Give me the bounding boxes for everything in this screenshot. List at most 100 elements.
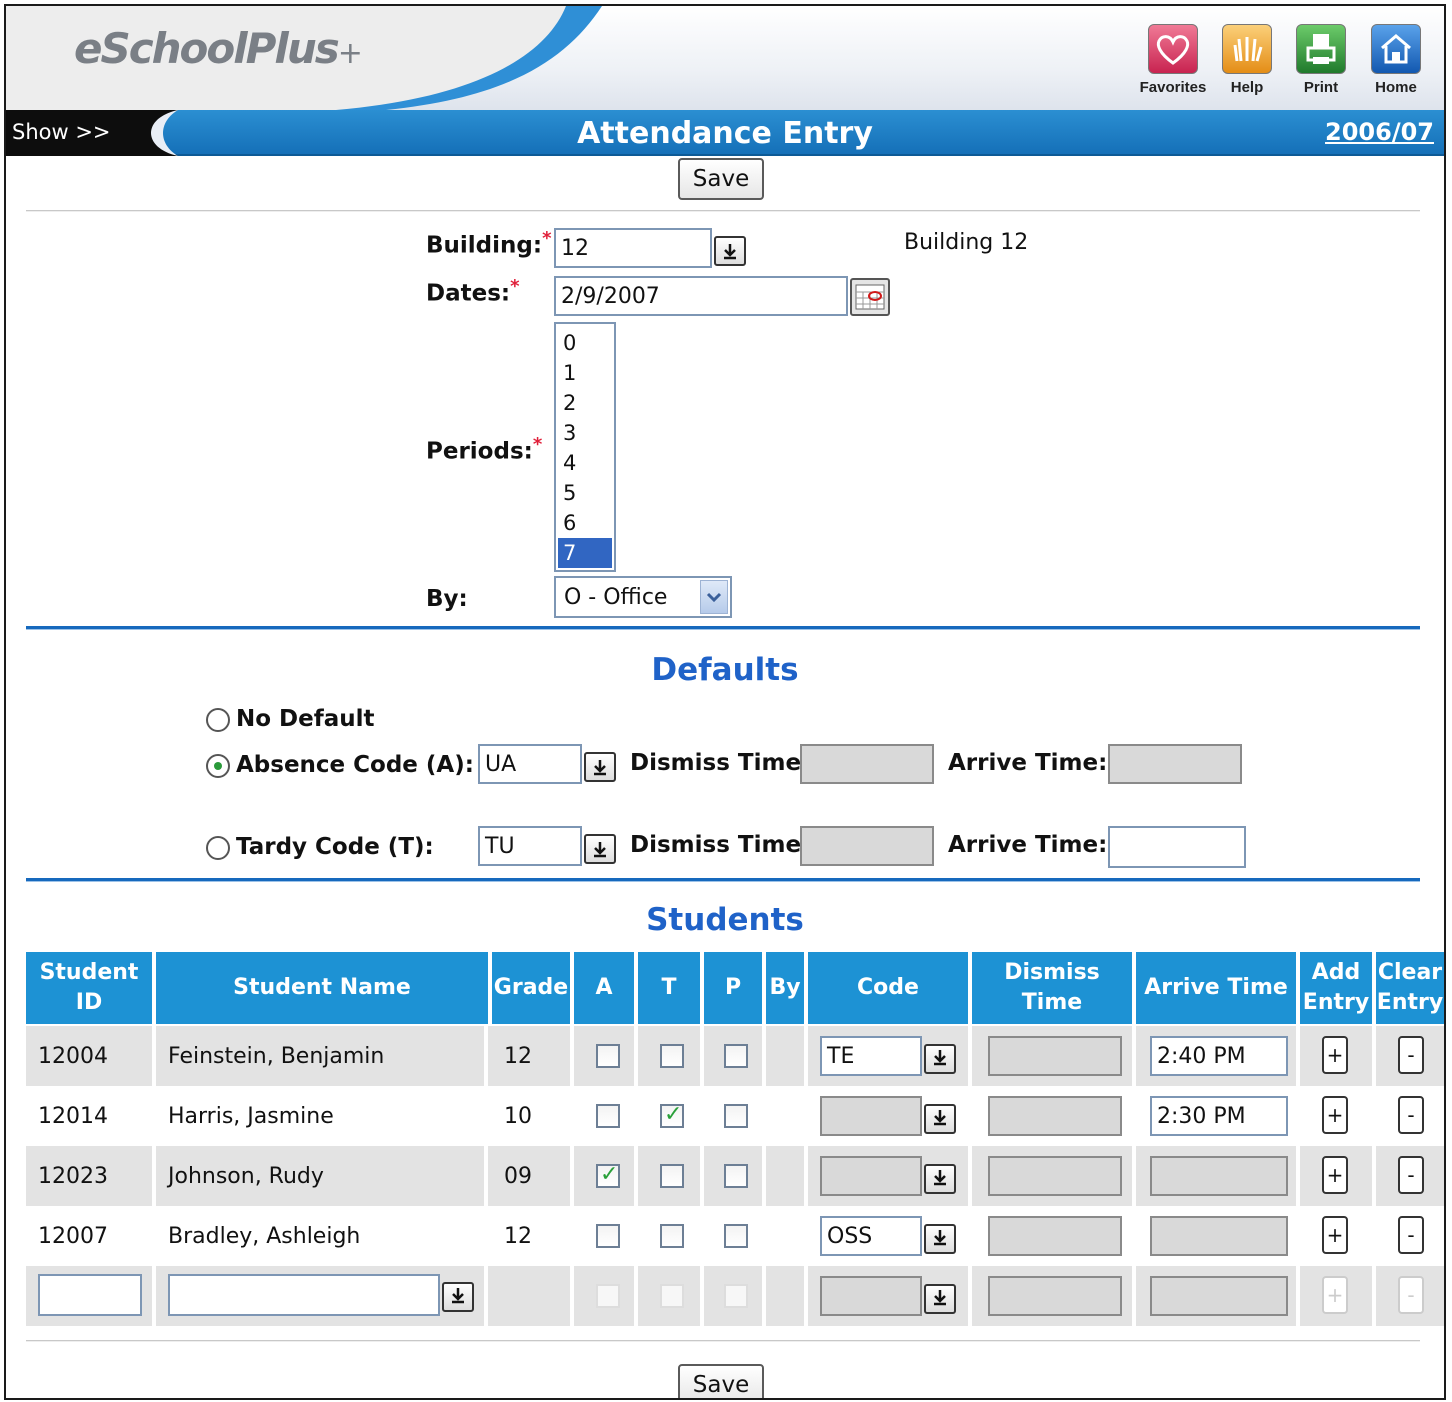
down-arrow-icon [724,244,736,260]
add-entry-button[interactable]: + [1322,1216,1348,1254]
building-dropdown-button[interactable] [714,236,746,266]
code-input[interactable] [820,1276,922,1316]
arrive-time-input[interactable] [1150,1156,1288,1196]
save-button-top[interactable]: Save [678,158,764,200]
clear-entry-button[interactable]: - [1398,1036,1424,1074]
tardy-checkbox[interactable] [660,1102,684,1128]
tardy-checkbox[interactable] [660,1164,684,1188]
student-id: 12023 [38,1163,108,1189]
save-button-bottom[interactable]: Save [678,1364,764,1398]
cell-separator [1132,1146,1136,1206]
col-t: T [638,952,700,1024]
period-option-selected[interactable]: 7 [558,538,612,568]
tardy-code-dropdown-button[interactable] [584,834,616,864]
print-button[interactable]: Print [1286,24,1356,96]
code-dropdown-button[interactable] [924,1224,956,1254]
absent-checkbox[interactable] [596,1162,620,1188]
student-id: 12004 [38,1043,108,1069]
clear-entry-button[interactable]: - [1398,1156,1424,1194]
code-dropdown-button[interactable] [924,1044,956,1074]
cell-separator [1296,1026,1300,1086]
tardy-code-radio[interactable] [206,836,230,860]
clear-entry-button[interactable]: - [1398,1096,1424,1134]
help-button[interactable]: Help [1212,24,1282,96]
code-input[interactable] [820,1096,922,1136]
absent-checkbox[interactable] [596,1224,620,1248]
student-name-dropdown-button[interactable] [442,1282,474,1312]
title-bar: Show >> Attendance Entry 2006/07 [6,110,1444,156]
dismiss-time-input[interactable] [988,1036,1122,1076]
page-title: Attendance Entry [577,116,873,151]
tardy-arrive-time-label: Arrive Time: [948,832,1108,858]
present-checkbox[interactable] [724,1284,748,1308]
code-dropdown-button[interactable] [924,1284,956,1314]
dismiss-time-input[interactable] [800,744,934,784]
chevron-down-icon[interactable] [700,580,728,614]
code-input[interactable]: TE [820,1036,922,1076]
period-option[interactable]: 0 [558,328,612,358]
arrive-time-input[interactable]: 2:30 PM [1150,1096,1288,1136]
tardy-checkbox[interactable] [660,1224,684,1248]
tardy-code-input[interactable]: TU [478,826,582,866]
present-checkbox[interactable] [724,1044,748,1068]
absent-checkbox[interactable] [596,1284,620,1308]
arrive-time-input[interactable] [1108,744,1242,784]
period-option[interactable]: 2 [558,388,612,418]
col-arrive-time: Arrive Time [1136,952,1296,1024]
period-option[interactable]: 4 [558,448,612,478]
clear-entry-button[interactable]: - [1398,1216,1424,1254]
periods-listbox[interactable]: 0 1 2 3 4 5 6 7 [554,322,616,572]
cell-separator [1296,1086,1300,1146]
cell-separator [968,1146,972,1206]
present-checkbox[interactable] [724,1104,748,1128]
absence-code-radio[interactable] [206,754,230,778]
period-option[interactable]: 1 [558,358,612,388]
tardy-arrive-time-input[interactable] [1108,826,1246,868]
absence-code-dropdown-button[interactable] [584,752,616,782]
cell-separator [1372,1086,1376,1146]
absence-code-input[interactable]: UA [478,744,582,784]
no-default-radio[interactable] [206,708,230,732]
add-entry-button[interactable]: + [1322,1156,1348,1194]
tardy-checkbox[interactable] [660,1044,684,1068]
dismiss-time-input[interactable] [988,1096,1122,1136]
new-student-id-input[interactable] [38,1274,142,1316]
dismiss-time-label: Dismiss Time: [630,750,811,776]
dismiss-time-input[interactable] [988,1156,1122,1196]
code-dropdown-button[interactable] [924,1104,956,1134]
col-clear-entry: Clear Entry [1376,952,1444,1024]
code-input[interactable] [820,1156,922,1196]
no-default-label: No Default [236,706,375,732]
clear-entry-button[interactable]: - [1398,1276,1424,1314]
cell-separator [700,1026,704,1086]
dismiss-time-input[interactable] [988,1276,1122,1316]
home-button[interactable]: Home [1361,24,1431,96]
absent-checkbox[interactable] [596,1104,620,1128]
dates-input[interactable]: 2/9/2007 [554,276,848,316]
arrive-time-input[interactable]: 2:40 PM [1150,1036,1288,1076]
present-checkbox[interactable] [724,1164,748,1188]
period-option[interactable]: 5 [558,478,612,508]
app-logo[interactable]: eSchoolPlus+ [74,24,363,73]
calendar-button[interactable] [850,278,890,316]
code-input[interactable]: OSS [820,1216,922,1256]
code-dropdown-button[interactable] [924,1164,956,1194]
arrive-time-input[interactable] [1150,1216,1288,1256]
add-entry-button[interactable]: + [1322,1096,1348,1134]
cell-separator [1132,1086,1136,1146]
add-entry-button[interactable]: + [1322,1036,1348,1074]
period-option[interactable]: 6 [558,508,612,538]
present-checkbox[interactable] [724,1224,748,1248]
favorites-button[interactable]: Favorites [1138,24,1208,96]
tardy-dismiss-time-input[interactable] [800,826,934,866]
building-input[interactable]: 12 [554,228,712,268]
by-select[interactable]: O - Office [554,576,732,618]
add-entry-button[interactable]: + [1322,1276,1348,1314]
school-year-link[interactable]: 2006/07 [1325,118,1434,146]
dismiss-time-input[interactable] [988,1216,1122,1256]
tardy-checkbox[interactable] [660,1284,684,1308]
new-student-name-input[interactable] [168,1274,440,1316]
arrive-time-input[interactable] [1150,1276,1288,1316]
absent-checkbox[interactable] [596,1044,620,1068]
period-option[interactable]: 3 [558,418,612,448]
